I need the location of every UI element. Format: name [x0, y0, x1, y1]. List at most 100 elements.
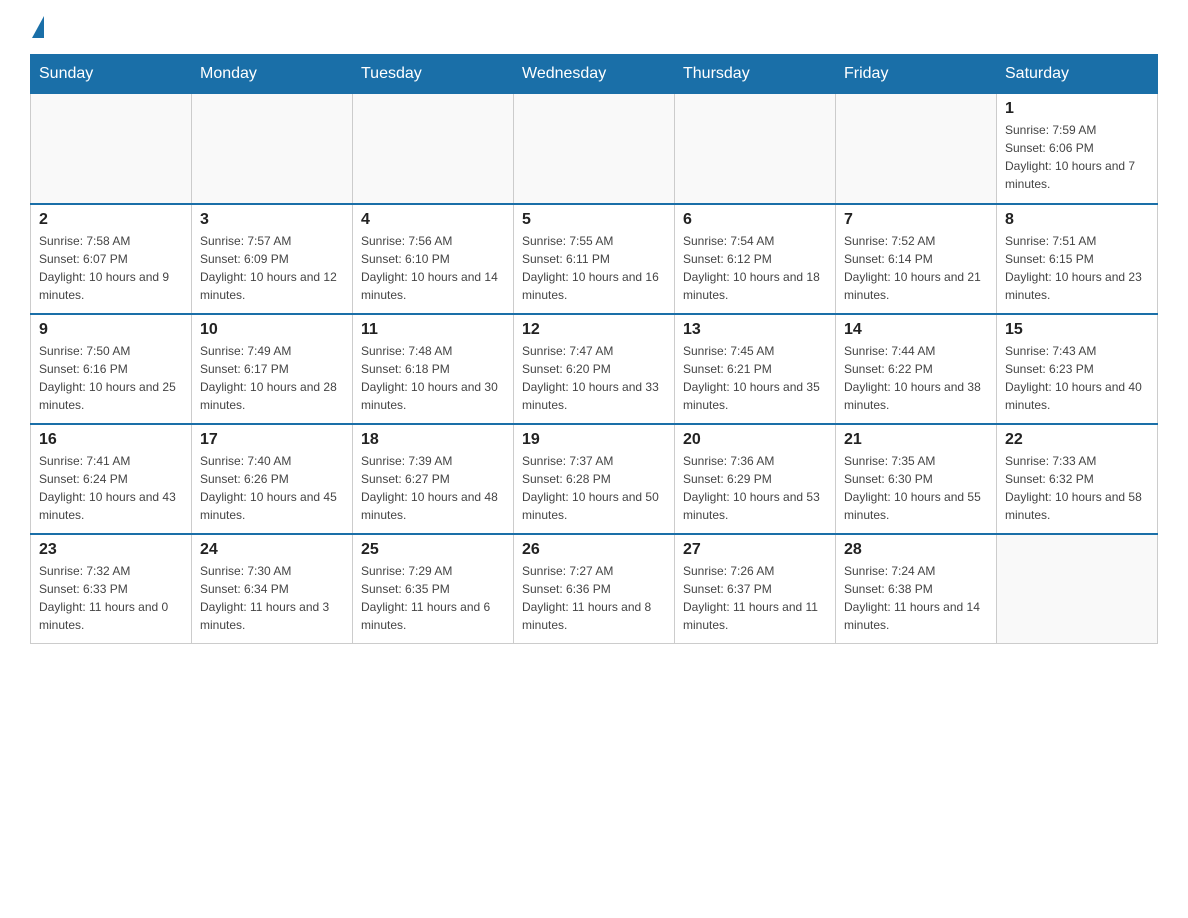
calendar-cell: 27 Sunrise: 7:26 AMSunset: 6:37 PMDayligh… — [675, 534, 836, 644]
calendar-cell: 15 Sunrise: 7:43 AMSunset: 6:23 PMDayligh… — [997, 314, 1158, 424]
week-row-3: 9 Sunrise: 7:50 AMSunset: 6:16 PMDaylight… — [31, 314, 1158, 424]
day-number: 28 — [844, 541, 988, 559]
day-number: 22 — [1005, 431, 1149, 449]
day-info: Sunrise: 7:41 AMSunset: 6:24 PMDaylight:… — [39, 452, 183, 524]
weekday-header-row: SundayMondayTuesdayWednesdayThursdayFrid… — [31, 55, 1158, 94]
weekday-header-saturday: Saturday — [997, 55, 1158, 94]
weekday-header-thursday: Thursday — [675, 55, 836, 94]
calendar-cell: 24 Sunrise: 7:30 AMSunset: 6:34 PMDayligh… — [192, 534, 353, 644]
day-info: Sunrise: 7:49 AMSunset: 6:17 PMDaylight:… — [200, 342, 344, 414]
logo-triangle-icon — [32, 16, 44, 38]
calendar-cell: 19 Sunrise: 7:37 AMSunset: 6:28 PMDayligh… — [514, 424, 675, 534]
day-number: 10 — [200, 321, 344, 339]
day-number: 23 — [39, 541, 183, 559]
calendar-cell: 8 Sunrise: 7:51 AMSunset: 6:15 PMDaylight… — [997, 204, 1158, 314]
day-info: Sunrise: 7:47 AMSunset: 6:20 PMDaylight:… — [522, 342, 666, 414]
day-number: 25 — [361, 541, 505, 559]
day-number: 4 — [361, 211, 505, 229]
calendar-cell: 28 Sunrise: 7:24 AMSunset: 6:38 PMDayligh… — [836, 534, 997, 644]
day-info: Sunrise: 7:56 AMSunset: 6:10 PMDaylight:… — [361, 232, 505, 304]
page-header — [30, 20, 1158, 34]
calendar-cell: 10 Sunrise: 7:49 AMSunset: 6:17 PMDayligh… — [192, 314, 353, 424]
day-number: 12 — [522, 321, 666, 339]
weekday-header-monday: Monday — [192, 55, 353, 94]
day-info: Sunrise: 7:24 AMSunset: 6:38 PMDaylight:… — [844, 562, 988, 634]
weekday-header-wednesday: Wednesday — [514, 55, 675, 94]
day-info: Sunrise: 7:58 AMSunset: 6:07 PMDaylight:… — [39, 232, 183, 304]
calendar-cell — [31, 94, 192, 204]
day-number: 6 — [683, 211, 827, 229]
calendar-cell: 9 Sunrise: 7:50 AMSunset: 6:16 PMDaylight… — [31, 314, 192, 424]
day-number: 19 — [522, 431, 666, 449]
day-info: Sunrise: 7:43 AMSunset: 6:23 PMDaylight:… — [1005, 342, 1149, 414]
day-number: 17 — [200, 431, 344, 449]
week-row-2: 2 Sunrise: 7:58 AMSunset: 6:07 PMDaylight… — [31, 204, 1158, 314]
weekday-header-tuesday: Tuesday — [353, 55, 514, 94]
day-number: 5 — [522, 211, 666, 229]
day-info: Sunrise: 7:48 AMSunset: 6:18 PMDaylight:… — [361, 342, 505, 414]
calendar-cell: 4 Sunrise: 7:56 AMSunset: 6:10 PMDaylight… — [353, 204, 514, 314]
calendar-cell — [514, 94, 675, 204]
day-info: Sunrise: 7:44 AMSunset: 6:22 PMDaylight:… — [844, 342, 988, 414]
calendar-cell: 13Sunrise: 7:45 AMSunset: 6:21 PMDayligh… — [675, 314, 836, 424]
day-number: 15 — [1005, 321, 1149, 339]
calendar-cell: 21 Sunrise: 7:35 AMSunset: 6:30 PMDayligh… — [836, 424, 997, 534]
day-info: Sunrise: 7:30 AMSunset: 6:34 PMDaylight:… — [200, 562, 344, 634]
day-info: Sunrise: 7:33 AMSunset: 6:32 PMDaylight:… — [1005, 452, 1149, 524]
day-number: 26 — [522, 541, 666, 559]
day-info: Sunrise: 7:36 AMSunset: 6:29 PMDaylight:… — [683, 452, 827, 524]
day-number: 21 — [844, 431, 988, 449]
calendar-cell: 3 Sunrise: 7:57 AMSunset: 6:09 PMDaylight… — [192, 204, 353, 314]
calendar-cell: 17 Sunrise: 7:40 AMSunset: 6:26 PMDayligh… — [192, 424, 353, 534]
day-info: Sunrise: 7:59 AMSunset: 6:06 PMDaylight:… — [1005, 121, 1149, 193]
calendar-cell: 12 Sunrise: 7:47 AMSunset: 6:20 PMDayligh… — [514, 314, 675, 424]
calendar-cell — [192, 94, 353, 204]
calendar-cell: 1Sunrise: 7:59 AMSunset: 6:06 PMDaylight… — [997, 94, 1158, 204]
calendar-cell: 14 Sunrise: 7:44 AMSunset: 6:22 PMDayligh… — [836, 314, 997, 424]
day-number: 11 — [361, 321, 505, 339]
day-number: 2 — [39, 211, 183, 229]
day-info: Sunrise: 7:55 AMSunset: 6:11 PMDaylight:… — [522, 232, 666, 304]
day-info: Sunrise: 7:37 AMSunset: 6:28 PMDaylight:… — [522, 452, 666, 524]
day-info: Sunrise: 7:35 AMSunset: 6:30 PMDaylight:… — [844, 452, 988, 524]
day-number: 16 — [39, 431, 183, 449]
calendar-cell — [997, 534, 1158, 644]
day-info: Sunrise: 7:51 AMSunset: 6:15 PMDaylight:… — [1005, 232, 1149, 304]
calendar-cell: 25 Sunrise: 7:29 AMSunset: 6:35 PMDayligh… — [353, 534, 514, 644]
day-number: 8 — [1005, 211, 1149, 229]
week-row-4: 16 Sunrise: 7:41 AMSunset: 6:24 PMDayligh… — [31, 424, 1158, 534]
day-number: 20 — [683, 431, 827, 449]
calendar-cell — [675, 94, 836, 204]
day-info: Sunrise: 7:39 AMSunset: 6:27 PMDaylight:… — [361, 452, 505, 524]
day-info: Sunrise: 7:26 AMSunset: 6:37 PMDaylight:… — [683, 562, 827, 634]
day-info: Sunrise: 7:29 AMSunset: 6:35 PMDaylight:… — [361, 562, 505, 634]
calendar-cell — [836, 94, 997, 204]
day-info: Sunrise: 7:40 AMSunset: 6:26 PMDaylight:… — [200, 452, 344, 524]
day-info: Sunrise: 7:50 AMSunset: 6:16 PMDaylight:… — [39, 342, 183, 414]
day-info: Sunrise: 7:57 AMSunset: 6:09 PMDaylight:… — [200, 232, 344, 304]
day-info: Sunrise: 7:52 AMSunset: 6:14 PMDaylight:… — [844, 232, 988, 304]
day-number: 9 — [39, 321, 183, 339]
calendar-cell: 16 Sunrise: 7:41 AMSunset: 6:24 PMDayligh… — [31, 424, 192, 534]
day-number: 24 — [200, 541, 344, 559]
day-number: 18 — [361, 431, 505, 449]
calendar-cell: 7 Sunrise: 7:52 AMSunset: 6:14 PMDaylight… — [836, 204, 997, 314]
weekday-header-sunday: Sunday — [31, 55, 192, 94]
week-row-5: 23Sunrise: 7:32 AMSunset: 6:33 PMDayligh… — [31, 534, 1158, 644]
calendar-cell — [353, 94, 514, 204]
day-number: 27 — [683, 541, 827, 559]
calendar-table: SundayMondayTuesdayWednesdayThursdayFrid… — [30, 54, 1158, 644]
day-number: 3 — [200, 211, 344, 229]
calendar-cell: 26 Sunrise: 7:27 AMSunset: 6:36 PMDayligh… — [514, 534, 675, 644]
day-info: Sunrise: 7:27 AMSunset: 6:36 PMDaylight:… — [522, 562, 666, 634]
calendar-cell: 22 Sunrise: 7:33 AMSunset: 6:32 PMDayligh… — [997, 424, 1158, 534]
day-number: 7 — [844, 211, 988, 229]
logo — [30, 20, 44, 34]
calendar-cell: 20 Sunrise: 7:36 AMSunset: 6:29 PMDayligh… — [675, 424, 836, 534]
day-number: 14 — [844, 321, 988, 339]
calendar-cell: 6Sunrise: 7:54 AMSunset: 6:12 PMDaylight… — [675, 204, 836, 314]
calendar-cell: 2 Sunrise: 7:58 AMSunset: 6:07 PMDaylight… — [31, 204, 192, 314]
weekday-header-friday: Friday — [836, 55, 997, 94]
calendar-cell: 11 Sunrise: 7:48 AMSunset: 6:18 PMDayligh… — [353, 314, 514, 424]
calendar-cell: 18 Sunrise: 7:39 AMSunset: 6:27 PMDayligh… — [353, 424, 514, 534]
